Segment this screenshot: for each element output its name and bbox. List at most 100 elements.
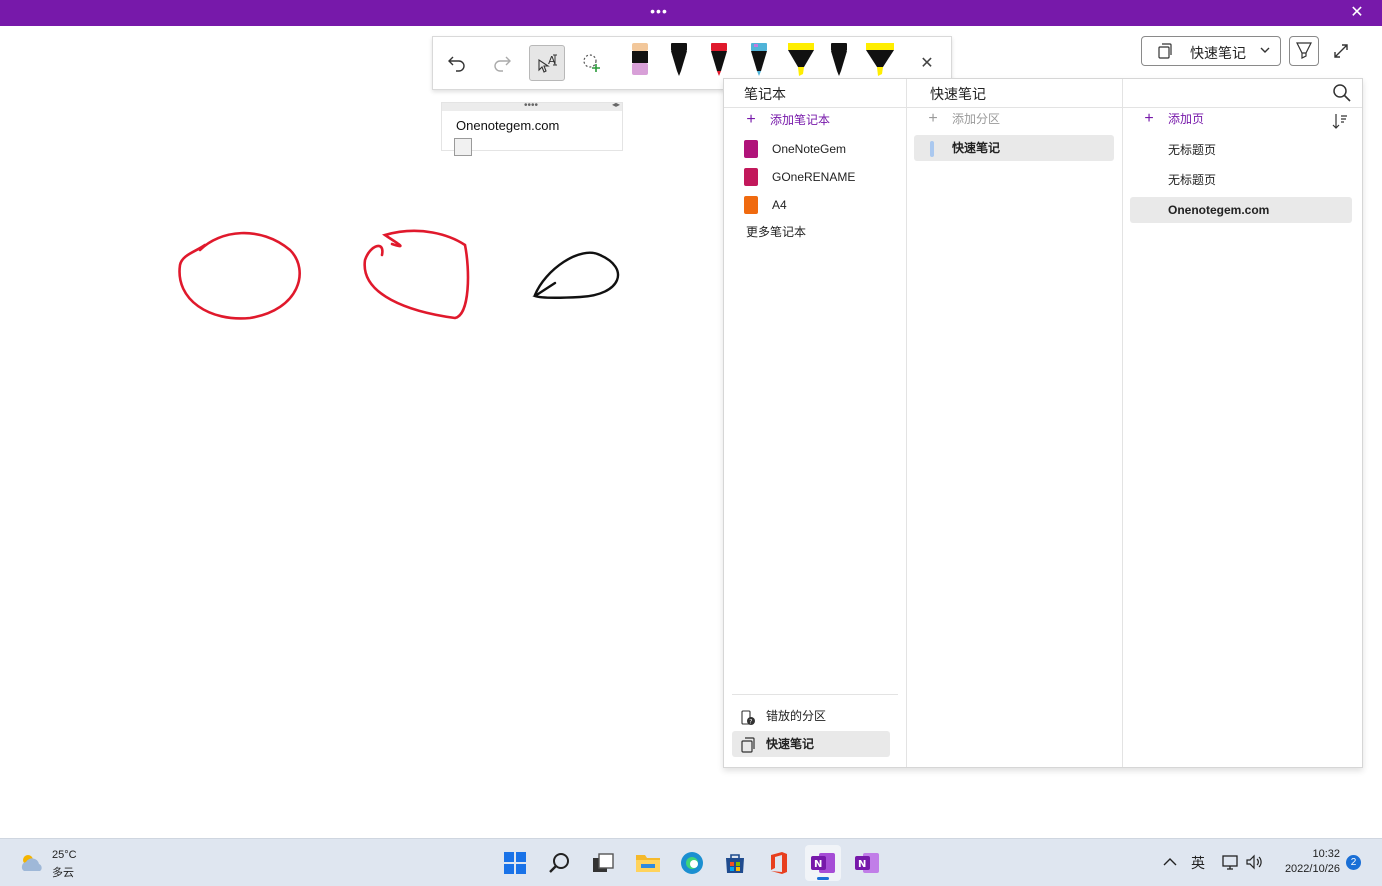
expand-button[interactable] — [1330, 40, 1352, 62]
pen-icon — [1296, 42, 1312, 59]
add-page-button[interactable]: + 添加页 — [1142, 106, 1204, 132]
black-pen-2-icon[interactable] — [828, 41, 850, 77]
black-ink-shape[interactable] — [532, 251, 620, 299]
lasso-select-button[interactable] — [574, 45, 610, 81]
eraser-pen-icon[interactable] — [629, 41, 651, 77]
more-notebooks-link[interactable]: 更多笔记本 — [746, 219, 806, 245]
note-text[interactable]: Onenotegem.com — [456, 118, 559, 133]
todo-checkbox[interactable] — [454, 138, 472, 156]
onenote-button[interactable]: N — [805, 845, 841, 881]
task-view-button[interactable] — [585, 845, 621, 881]
weather-temperature: 25°C — [52, 849, 77, 861]
expand-icon — [1334, 44, 1348, 58]
clock-date: 2022/10/26 — [1284, 863, 1340, 875]
close-window-button[interactable]: ✕ — [1346, 3, 1368, 23]
red-ink-circle-1[interactable] — [178, 231, 301, 320]
chevron-down-icon — [1260, 47, 1270, 53]
search-icon — [549, 853, 569, 873]
close-toolbar-button[interactable]: ✕ — [909, 45, 945, 81]
note-container-handle[interactable]: •••• ◂▸ — [442, 100, 622, 111]
undo-button[interactable] — [439, 45, 475, 81]
svg-text:N: N — [858, 859, 866, 870]
notebook-icon — [744, 195, 758, 214]
volume-icon[interactable] — [1246, 854, 1264, 870]
weather-condition: 多云 — [52, 867, 74, 879]
notification-badge[interactable]: 2 — [1346, 855, 1361, 870]
plus-icon: + — [1144, 110, 1154, 127]
red-ink-circle-2[interactable] — [363, 229, 470, 320]
section-icon — [1158, 43, 1172, 59]
file-explorer-icon — [636, 855, 660, 872]
misplaced-sections-item[interactable]: ? 错放的分区 — [732, 703, 890, 729]
notebook-label: A4 — [772, 198, 787, 212]
search-button[interactable] — [542, 845, 578, 881]
search-icon[interactable] — [1332, 83, 1352, 103]
red-pen-icon[interactable] — [708, 41, 730, 77]
clock[interactable]: 10:32 2022/10/26 — [1270, 847, 1340, 877]
plus-icon: + — [928, 110, 938, 127]
svg-text:N: N — [814, 859, 822, 870]
section-item-quick-notes[interactable]: 快速笔记 — [914, 135, 1114, 161]
onenote-2016-icon: N — [855, 853, 879, 873]
ink-drawing-canvas[interactable] — [160, 220, 640, 340]
notebook-label: OneNoteGem — [772, 142, 847, 156]
notebook-item-onenotegem[interactable]: OneNoteGem — [744, 136, 846, 162]
notebook-item-gonerename[interactable]: GOneRENAME — [744, 164, 855, 190]
add-notebook-button[interactable]: + 添加笔记本 — [744, 107, 830, 133]
store-button[interactable] — [717, 845, 753, 881]
section-picker-button[interactable]: 快速笔记 — [1141, 36, 1281, 66]
misplaced-sections-label: 错放的分区 — [766, 709, 827, 723]
more-options-button[interactable]: ••• — [648, 4, 670, 20]
task-view-icon — [593, 853, 614, 872]
notebook-item-a4[interactable]: A4 — [744, 192, 787, 218]
page-item[interactable]: 无标题页 — [1168, 167, 1216, 193]
note-container[interactable]: •••• ◂▸ Onenotegem.com — [441, 100, 623, 156]
black-pen-icon[interactable] — [668, 41, 690, 77]
divider — [732, 694, 898, 695]
chevron-up-icon[interactable] — [1163, 856, 1177, 868]
redo-button[interactable] — [484, 45, 520, 81]
onenote-2016-button[interactable]: N — [849, 845, 885, 881]
ink-to-text-icon: A — [538, 54, 557, 73]
windows-start-icon — [504, 852, 526, 874]
move-handle-icon[interactable]: •••• — [524, 100, 538, 111]
taskbar: 25°C 多云 N N 英 10:32 2022/10/26 2 — [0, 838, 1382, 886]
sections-column: 快速笔记 + 添加分区 快速笔记 — [906, 79, 1123, 767]
quick-notes-label: 快速笔记 — [766, 737, 815, 751]
section-label: 快速笔记 — [952, 141, 1001, 155]
section-picker-label: 快速笔记 — [1190, 45, 1246, 61]
network-icon[interactable] — [1222, 854, 1240, 870]
pages-column: + 添加页 无标题页 无标题页 Onenotegem.com — [1122, 79, 1362, 767]
title-bar: ••• ✕ — [0, 0, 1382, 26]
notebook-icon — [744, 139, 758, 158]
navigation-pane: 笔记本 + 添加笔记本 OneNoteGem GOneRENAME A4 更多笔记… — [723, 78, 1363, 768]
yellow-highlighter-2-icon[interactable] — [865, 41, 895, 77]
office-button[interactable] — [761, 845, 797, 881]
page-item[interactable]: 无标题页 — [1168, 137, 1216, 163]
draw-mode-button[interactable] — [1289, 36, 1319, 66]
notebooks-header: 笔记本 — [744, 86, 786, 102]
add-section-button[interactable]: + 添加分区 — [926, 106, 1000, 132]
edge-icon — [681, 852, 703, 874]
start-button[interactable] — [497, 845, 533, 881]
svg-text:?: ? — [749, 718, 752, 725]
sort-icon[interactable] — [1332, 113, 1348, 129]
ink-to-text-button[interactable]: A — [529, 45, 565, 81]
resize-handle-icon[interactable]: ◂▸ — [612, 100, 620, 109]
office-icon — [771, 852, 787, 874]
lasso-add-icon — [583, 54, 600, 72]
misplaced-section-icon: ? — [741, 710, 755, 725]
add-section-label: 添加分区 — [952, 112, 1001, 126]
ime-indicator[interactable]: 英 — [1191, 853, 1205, 873]
notebooks-column: 笔记本 + 添加笔记本 OneNoteGem GOneRENAME A4 更多笔记… — [724, 79, 907, 767]
quick-notes-item[interactable]: 快速笔记 — [732, 731, 890, 757]
clock-time: 10:32 — [1312, 848, 1340, 860]
galaxy-pen-icon[interactable] — [748, 41, 770, 77]
section-icon — [741, 737, 755, 753]
notebook-icon — [744, 167, 758, 186]
edge-button[interactable] — [674, 845, 710, 881]
redo-icon — [494, 56, 511, 72]
file-explorer-button[interactable] — [630, 845, 666, 881]
yellow-highlighter-icon[interactable] — [787, 41, 815, 77]
page-item-selected[interactable]: Onenotegem.com — [1130, 197, 1352, 223]
